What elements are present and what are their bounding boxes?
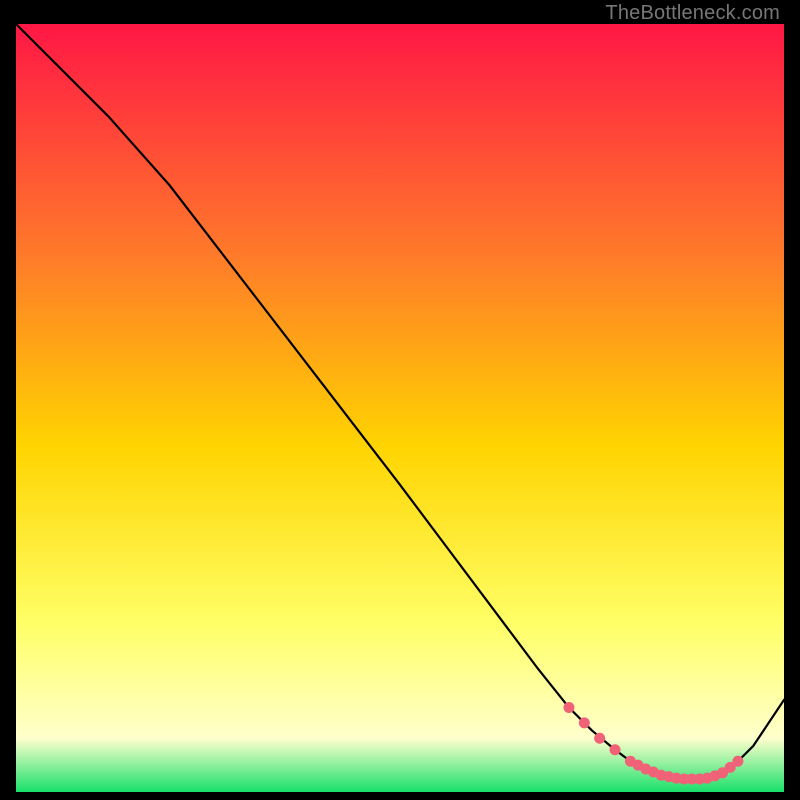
gradient-background: [16, 24, 784, 792]
marker-point: [610, 744, 621, 755]
marker-point: [594, 733, 605, 744]
watermark-text: TheBottleneck.com: [605, 2, 780, 25]
marker-point: [579, 717, 590, 728]
bottleneck-chart: [16, 24, 784, 792]
marker-point: [563, 702, 574, 713]
marker-point: [732, 756, 743, 767]
